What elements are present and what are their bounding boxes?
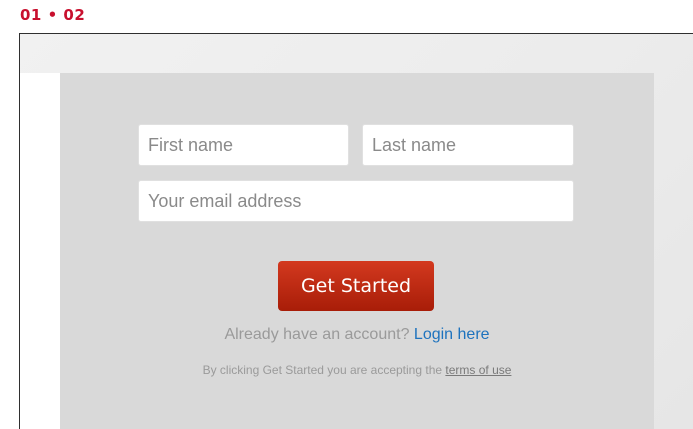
terms-notice: By clicking Get Started you are acceptin… [60,363,654,377]
get-started-button[interactable]: Get Started [278,261,434,311]
signup-panel: Get Started Already have an account? Log… [60,73,654,429]
first-name-input[interactable] [138,124,349,166]
slide-counter: 01 • 02 [20,6,86,24]
page-margin [20,73,60,429]
email-input[interactable] [138,180,574,222]
last-name-input[interactable] [362,124,574,166]
terms-of-use-link[interactable]: terms of use [445,363,511,377]
terms-prefix-text: By clicking Get Started you are acceptin… [202,363,443,377]
browser-frame: Get Started Already have an account? Log… [19,33,693,429]
login-prompt-line: Already have an account? Login here [60,326,654,344]
login-prompt-text: Already have an account? [224,326,410,343]
login-link[interactable]: Login here [414,326,490,343]
